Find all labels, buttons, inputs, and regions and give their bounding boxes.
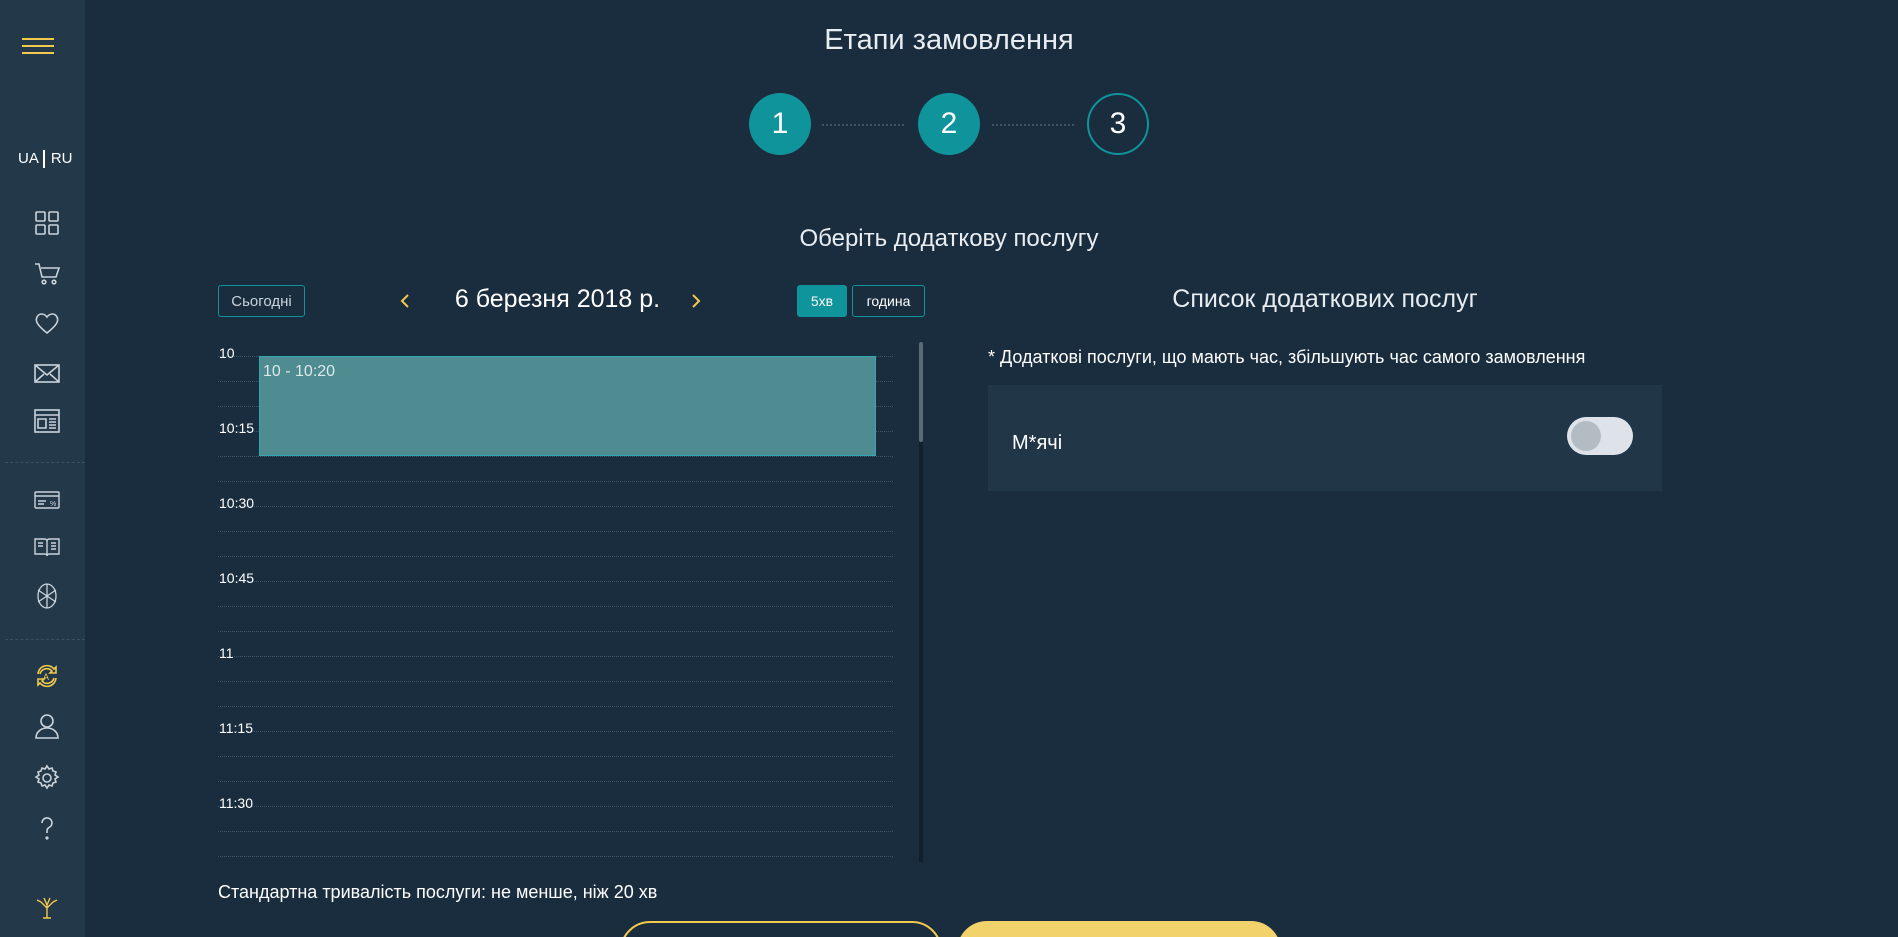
envelope-icon[interactable] bbox=[31, 357, 63, 389]
step-connector bbox=[992, 124, 1074, 126]
lang-ua[interactable]: UA bbox=[18, 150, 39, 167]
sidebar-divider bbox=[5, 462, 85, 463]
service-toggle[interactable] bbox=[1567, 417, 1633, 455]
view-5min-button[interactable]: 5хв bbox=[797, 285, 847, 317]
next-day-icon[interactable] bbox=[684, 288, 708, 314]
sidebar-divider bbox=[5, 639, 85, 640]
book-icon[interactable] bbox=[31, 531, 63, 563]
slot-line bbox=[218, 631, 893, 632]
slot-line bbox=[218, 456, 893, 457]
view-hour-button[interactable]: година bbox=[852, 285, 925, 317]
time-grid[interactable]: 10 10:15 10:30 10:45 11 11:15 11:30 10 -… bbox=[218, 342, 923, 862]
card-discount-icon[interactable]: % bbox=[31, 484, 63, 516]
slot-line bbox=[218, 806, 893, 807]
time-label: 10 bbox=[219, 345, 235, 361]
time-label: 10:45 bbox=[219, 570, 255, 586]
next-button[interactable] bbox=[957, 921, 1281, 937]
step-1[interactable]: 1 bbox=[749, 93, 811, 155]
refresh-a-icon[interactable]: A bbox=[31, 660, 63, 692]
service-name: М*ячі bbox=[1012, 432, 1063, 454]
flower-icon[interactable] bbox=[31, 580, 63, 612]
step-2[interactable]: 2 bbox=[918, 93, 980, 155]
time-label: 10:30 bbox=[219, 495, 255, 511]
today-button[interactable]: Сьогодні bbox=[218, 285, 305, 317]
slot-line bbox=[218, 706, 893, 707]
layout-icon[interactable] bbox=[31, 405, 63, 437]
menu-icon[interactable] bbox=[22, 38, 54, 56]
slot-line bbox=[218, 681, 893, 682]
page-title: Етапи замовлення bbox=[824, 24, 1074, 56]
prev-day-icon[interactable] bbox=[393, 288, 417, 314]
time-label: 11 bbox=[219, 645, 234, 661]
grid-icon[interactable] bbox=[31, 207, 63, 239]
time-label: 11:30 bbox=[219, 795, 253, 811]
time-label: 11:15 bbox=[219, 720, 253, 736]
step-connector bbox=[822, 124, 904, 126]
slot-line bbox=[218, 781, 893, 782]
slot-line bbox=[218, 506, 893, 507]
user-icon[interactable] bbox=[31, 710, 63, 742]
toggle-knob bbox=[1571, 421, 1601, 451]
slot-line bbox=[218, 556, 893, 557]
slot-line bbox=[218, 856, 893, 857]
service-item: М*ячі bbox=[988, 385, 1662, 491]
services-note: * Додаткові послуги, що мають час, збіль… bbox=[988, 347, 1586, 367]
slot-line bbox=[218, 756, 893, 757]
cart-icon[interactable] bbox=[31, 257, 63, 289]
svg-text:%: % bbox=[50, 501, 56, 508]
svg-text:A: A bbox=[43, 672, 49, 682]
language-switcher: UA RU bbox=[18, 150, 73, 169]
time-label: 10:15 bbox=[219, 420, 255, 436]
event-label: 10 - 10:20 bbox=[263, 363, 336, 380]
question-icon[interactable] bbox=[31, 812, 63, 844]
slot-line bbox=[218, 531, 893, 532]
slot-line bbox=[218, 606, 893, 607]
slot-line bbox=[218, 656, 893, 657]
section-subtitle: Оберіть додаткову послугу bbox=[799, 225, 1099, 252]
slot-line bbox=[218, 481, 893, 482]
slot-line bbox=[218, 831, 893, 832]
duration-note: Стандартна тривалість послуги: не менше,… bbox=[218, 882, 658, 902]
step-3[interactable]: 3 bbox=[1087, 93, 1149, 155]
slot-line bbox=[218, 581, 893, 582]
booking-event[interactable]: 10 - 10:20 bbox=[259, 356, 876, 456]
gear-icon[interactable] bbox=[31, 762, 63, 794]
sidebar: UA RU % A bbox=[0, 0, 85, 937]
slot-line bbox=[218, 731, 893, 732]
back-button[interactable] bbox=[620, 921, 942, 937]
scrollbar-thumb[interactable] bbox=[919, 342, 923, 442]
tree-logo-icon[interactable] bbox=[31, 890, 63, 922]
services-title: Список додаткових послуг bbox=[1172, 285, 1478, 313]
lang-ru[interactable]: RU bbox=[51, 150, 73, 167]
calendar-date: 6 березня 2018 р. bbox=[454, 285, 661, 313]
heart-icon[interactable] bbox=[31, 307, 63, 339]
calendar-scrollbar[interactable] bbox=[919, 342, 923, 862]
